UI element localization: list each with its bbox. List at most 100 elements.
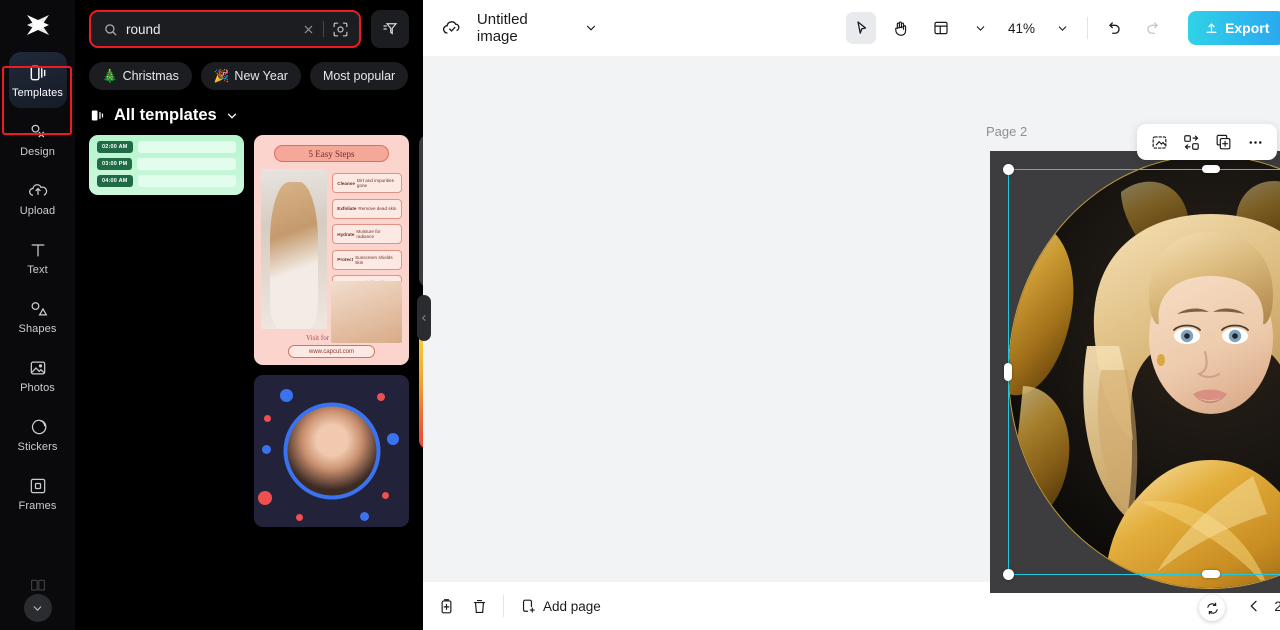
undo-button[interactable] — [1098, 12, 1128, 44]
trash-icon — [470, 597, 489, 616]
export-label: Export — [1225, 20, 1270, 36]
panel-collapse-handle[interactable] — [417, 295, 431, 341]
templates-panel: round 🎄 Christmas 🎉 New Year Most popula… — [75, 0, 431, 630]
sidebar-item-label: Frames — [18, 499, 57, 512]
replace-image-icon[interactable] — [1177, 128, 1205, 156]
card-title: 5 Easy Steps — [273, 145, 390, 162]
layout-chevron-down-icon[interactable] — [966, 12, 996, 44]
export-button[interactable]: Export — [1188, 11, 1280, 45]
stickers-icon — [27, 416, 49, 438]
chip-christmas[interactable]: 🎄 Christmas — [89, 62, 192, 90]
top-toolbar: Untitled image 41% Export — [423, 0, 1280, 56]
sidebar-item-label: Design — [20, 145, 55, 158]
sidebar-item-design[interactable]: Design — [9, 111, 67, 167]
sidebar-item-label: Upload — [19, 204, 56, 217]
hand-tool-button[interactable] — [886, 12, 916, 44]
duplicate-page-icon — [437, 597, 456, 616]
sidebar-item-shapes[interactable]: Shapes — [9, 288, 67, 344]
floating-object-toolbar — [1137, 124, 1277, 160]
zoom-level[interactable]: 41% — [1005, 21, 1037, 36]
party-popper-icon: 🎉 — [213, 68, 230, 83]
page-navigation: 2/2 — [1246, 595, 1280, 617]
inset-photo — [330, 281, 402, 343]
schedule-time: 03:00 PM — [97, 158, 133, 170]
divider — [1087, 17, 1089, 39]
christmas-tree-icon: 🎄 — [102, 68, 118, 83]
resize-handle-bottom-left[interactable] — [1003, 569, 1014, 580]
layout-tool-button[interactable] — [926, 12, 956, 44]
template-card-blue-ring-portrait[interactable] — [254, 375, 409, 527]
schedule-row: 02:00 AM — [97, 141, 236, 153]
resize-handle-left[interactable] — [1004, 363, 1012, 381]
schedule-row: 03:00 PM — [97, 158, 236, 170]
zoom-chevron-down-icon[interactable] — [1047, 12, 1077, 44]
card-url: www.capcut.com — [287, 345, 376, 358]
page-label: Page 2 — [986, 124, 1028, 139]
step-item: Exfoliate Remove dead skin — [332, 198, 402, 219]
search-value: round — [126, 21, 161, 37]
section-title: All templates — [114, 106, 217, 124]
search-row: round — [75, 0, 423, 48]
all-templates-header[interactable]: All templates — [75, 90, 423, 135]
chip-new-year[interactable]: 🎉 New Year — [200, 62, 301, 90]
sidebar-item-templates[interactable]: Templates — [8, 52, 67, 108]
chip-label: Most popular — [322, 69, 396, 83]
search-input[interactable]: round — [89, 10, 361, 48]
filter-icon — [381, 20, 399, 38]
chevron-down-icon — [225, 109, 239, 123]
page-indicator: 2/2 — [1274, 598, 1280, 614]
divider — [503, 595, 504, 617]
divider — [323, 21, 324, 37]
sidebar-item-frames[interactable]: Frames — [9, 465, 67, 521]
title-chevron-down-icon[interactable] — [576, 12, 606, 44]
select-tool-button[interactable] — [845, 12, 876, 44]
resize-handle-top-left[interactable] — [1003, 164, 1014, 175]
duplicate-page-button[interactable] — [437, 597, 456, 616]
cutout-icon[interactable] — [1145, 128, 1173, 156]
templates-icon — [89, 107, 106, 124]
template-card-five-easy-steps[interactable]: 5 Easy Steps Cleanse Dirt and impurities … — [254, 135, 409, 365]
filter-button[interactable] — [371, 10, 409, 48]
sidebar-item-label: Shapes — [18, 322, 57, 335]
duplicate-icon[interactable] — [1209, 128, 1237, 156]
step-item: Protect Sunscreen shields skin — [332, 249, 402, 270]
sidebar-item-text[interactable]: Text — [9, 229, 67, 285]
capcut-logo — [18, 8, 58, 42]
search-icon — [103, 22, 118, 37]
editor-area: Untitled image 41% Export Page 2 Add pag… — [423, 0, 1280, 630]
resize-handle-bottom[interactable] — [1202, 570, 1220, 578]
photos-icon — [27, 357, 49, 379]
sidebar-item-label: Text — [27, 263, 48, 276]
prev-page-button[interactable] — [1246, 598, 1262, 614]
delete-page-button[interactable] — [470, 597, 489, 616]
design-icon — [27, 121, 49, 143]
category-chips: 🎄 Christmas 🎉 New Year Most popular — [75, 48, 423, 90]
add-page-button[interactable]: Add page — [518, 597, 601, 616]
chip-most-popular[interactable]: Most popular — [309, 62, 409, 90]
sidebar-item-photos[interactable]: Photos — [9, 347, 67, 403]
text-icon — [27, 239, 49, 261]
sidebar-expand-button[interactable] — [23, 594, 52, 622]
template-card-schedule[interactable]: 02:00 AM 03:00 PM 04:00 AM — [89, 135, 244, 195]
shapes-icon — [27, 298, 49, 320]
chevron-left-icon — [420, 312, 428, 324]
sidebar-item-stickers[interactable]: Stickers — [9, 406, 67, 462]
image-search-icon[interactable] — [332, 21, 349, 38]
gold-portrait-image[interactable] — [1008, 155, 1280, 589]
upload-icon — [1204, 21, 1219, 36]
more-horizontal-icon[interactable] — [1241, 128, 1269, 156]
sidebar-item-label: Templates — [11, 86, 64, 99]
cloud-check-icon[interactable] — [437, 12, 467, 44]
step-item: Cleanse Dirt and impurities gone — [332, 173, 402, 193]
sidebar-item-upload[interactable]: Upload — [9, 170, 67, 226]
resize-handle-top[interactable] — [1202, 165, 1220, 173]
rotate-handle[interactable] — [1199, 595, 1225, 621]
close-icon[interactable] — [302, 23, 315, 36]
document-title[interactable]: Untitled image — [477, 11, 567, 45]
canvas-page[interactable] — [990, 151, 1280, 593]
left-sidebar: Templates Design Upload Text Shapes Phot… — [0, 0, 75, 630]
redo-button[interactable] — [1138, 12, 1168, 44]
sidebar-item-partial — [28, 578, 48, 594]
rotate-icon — [1205, 601, 1220, 616]
model-photo — [261, 169, 328, 329]
